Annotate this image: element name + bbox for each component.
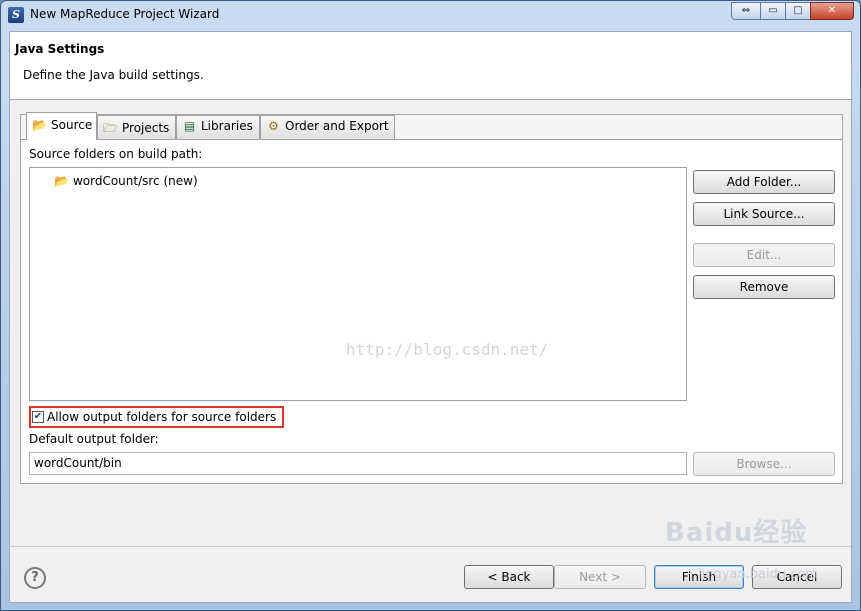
- tab-label: Order and Export: [285, 119, 389, 133]
- close-button[interactable]: ✕: [810, 2, 854, 20]
- default-output-folder-input[interactable]: wordCount/bin: [29, 452, 687, 475]
- order-export-icon: ⚙: [268, 119, 279, 133]
- tab-libraries[interactable]: ▤ Libraries: [176, 115, 260, 139]
- next-button[interactable]: Next >: [554, 565, 646, 589]
- allow-output-folders-highlight: ✔ Allow output folders for source folder…: [29, 406, 284, 428]
- tab-projects[interactable]: 🗁 Projects: [97, 115, 176, 139]
- wizard-banner: Java Settings Define the Java build sett…: [10, 32, 851, 100]
- tree-item-label: wordCount/src (new): [72, 174, 198, 188]
- csdn-watermark: http://blog.csdn.net/: [346, 340, 549, 359]
- source-folder-icon: 📂: [32, 118, 47, 132]
- title-bar[interactable]: S New MapReduce Project Wizard ⇔ ▭ □ ✕: [1, 1, 860, 29]
- window-title: New MapReduce Project Wizard: [30, 7, 220, 21]
- tab-label: Source: [51, 118, 93, 132]
- maximize-button[interactable]: □: [785, 2, 811, 20]
- source-folder-icon: 📂: [54, 174, 69, 188]
- baidu-watermark: Baidu经验: [665, 518, 808, 548]
- eclipse-app-icon: S: [8, 7, 24, 23]
- tab-label: Projects: [122, 121, 170, 135]
- source-folders-tree[interactable]: 📂 wordCount/src (new) http://blog.csdn.ne…: [29, 167, 687, 401]
- baidu-url-watermark: jingyan.baidu.com: [698, 567, 818, 582]
- remove-button[interactable]: Remove: [693, 275, 835, 299]
- page-description: Define the Java build settings.: [23, 68, 204, 82]
- help-icon[interactable]: ?: [24, 567, 46, 589]
- default-output-folder-label: Default output folder:: [29, 432, 159, 446]
- page-title: Java Settings: [15, 42, 105, 56]
- back-button[interactable]: < Back: [464, 565, 554, 589]
- tab-label: Libraries: [201, 119, 253, 133]
- window-controls: ⇔ ▭ □ ✕: [731, 2, 854, 21]
- allow-output-folders-checkbox[interactable]: ✔: [32, 411, 44, 423]
- tree-item-source-folder[interactable]: 📂 wordCount/src (new): [54, 174, 198, 188]
- link-source-button[interactable]: Link Source...: [693, 202, 835, 226]
- tab-order-and-export[interactable]: ⚙ Order and Export: [260, 115, 395, 139]
- source-tab-content: Source folders on build path: 📂 wordCount…: [21, 139, 842, 483]
- minimize-button[interactable]: ▭: [760, 2, 786, 20]
- source-folders-label: Source folders on build path:: [29, 147, 203, 161]
- dialog-content: Java Settings Define the Java build sett…: [9, 31, 852, 603]
- allow-output-folders-label[interactable]: Allow output folders for source folders: [47, 410, 276, 424]
- java-settings-panel: 📂 Source 🗁 Projects ▤ Libraries ⚙ Order and …: [20, 112, 843, 484]
- libraries-icon: ▤: [183, 119, 196, 133]
- wizard-window: S New MapReduce Project Wizard ⇔ ▭ □ ✕ J…: [0, 0, 861, 611]
- projects-icon: 🗁: [103, 121, 118, 135]
- tab-source[interactable]: 📂 Source: [26, 112, 97, 140]
- restore-button[interactable]: ⇔: [731, 2, 761, 20]
- edit-button[interactable]: Edit...: [693, 243, 835, 267]
- browse-button[interactable]: Browse...: [693, 452, 835, 476]
- add-folder-button[interactable]: Add Folder...: [693, 170, 835, 194]
